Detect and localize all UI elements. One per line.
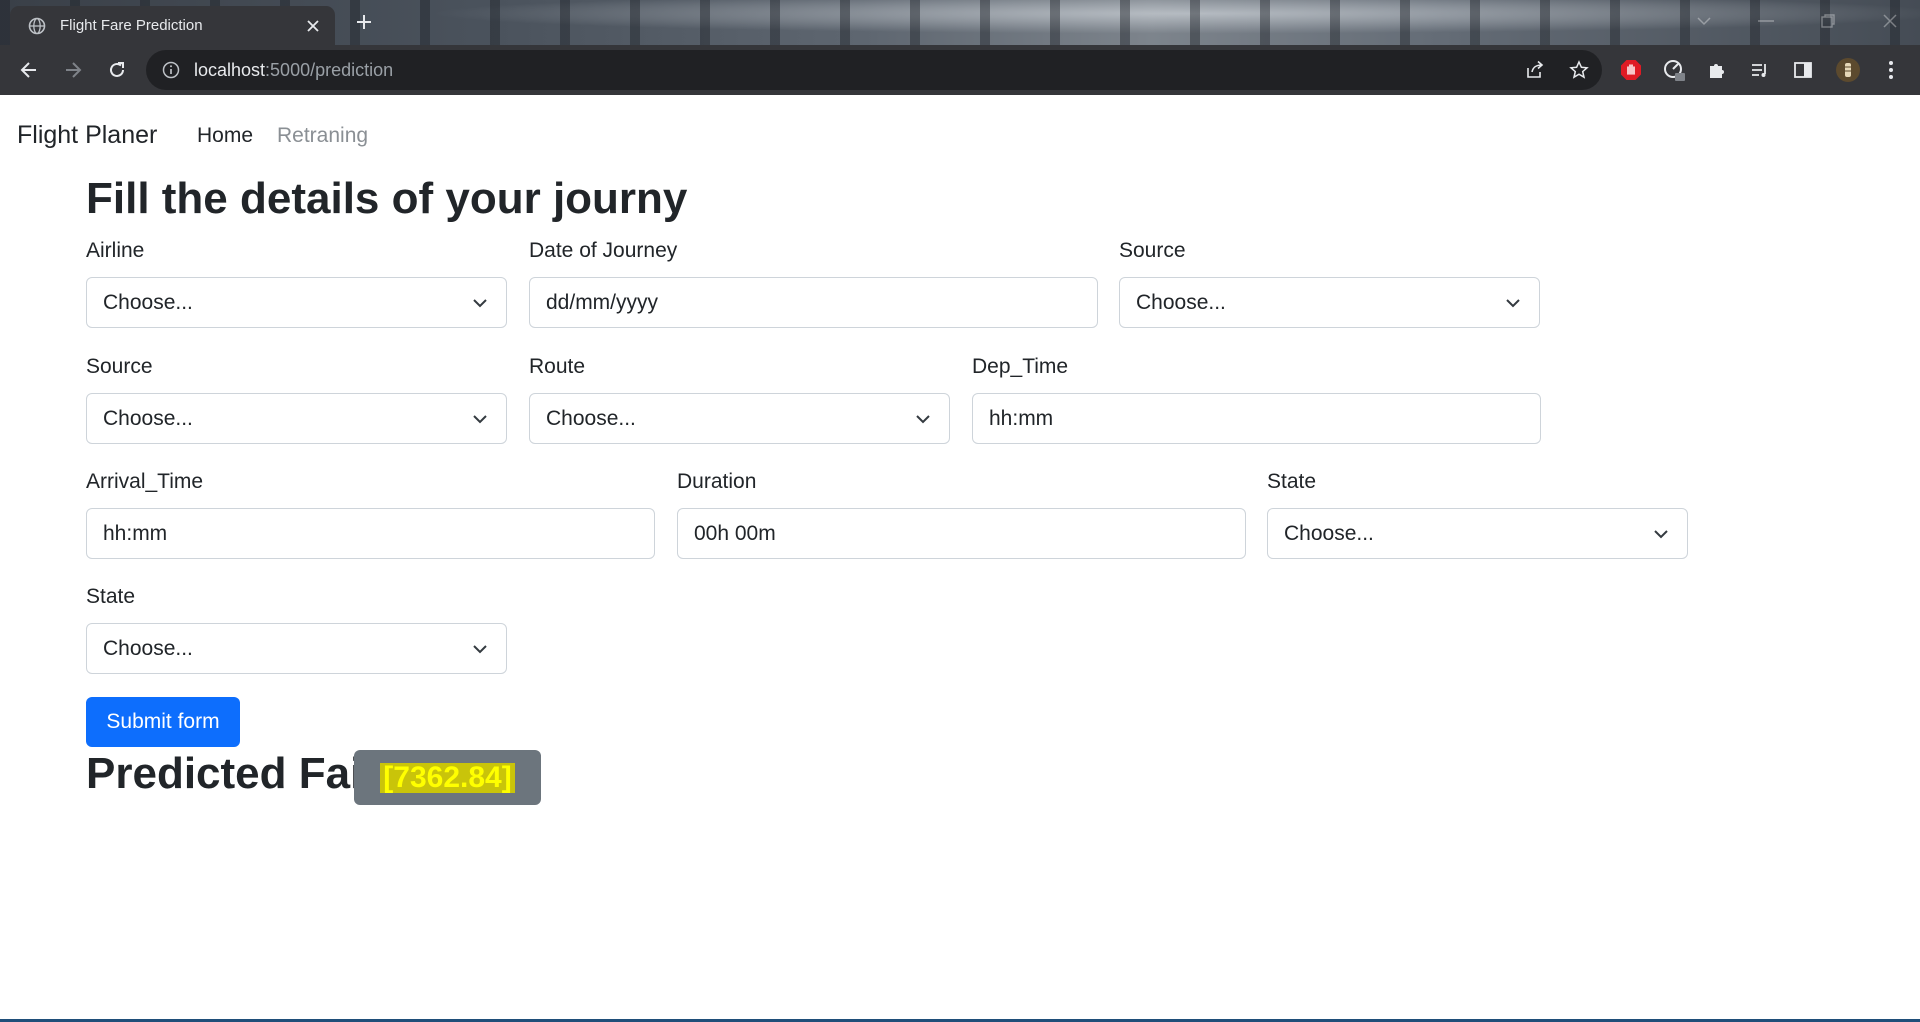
minimize-icon[interactable] [1746,6,1786,36]
site-navbar: Flight Planer Home Retraning [0,95,1920,175]
back-arrow-icon[interactable] [14,55,44,85]
route-label: Route [529,355,586,378]
page-title: Fill the details of your journy [86,174,688,223]
arrival-time-placeholder: hh:mm [103,521,168,545]
puzzle-extensions-icon[interactable] [1702,55,1732,85]
nav-link-retraining[interactable]: Retraning [277,124,368,148]
restore-icon[interactable] [1808,6,1848,36]
dep-time-placeholder: hh:mm [989,406,1054,430]
browser-tab-strip: Flight Fare Prediction [0,0,1920,45]
airline-select-value: Choose... [103,290,193,314]
window-close-icon[interactable] [1870,6,1910,36]
side-panel-icon[interactable] [1788,55,1818,85]
chevron-down-icon [472,411,488,427]
close-icon[interactable] [303,16,323,36]
duration-label: Duration [677,470,757,493]
airline-label: Airline [86,239,145,262]
route-select-value: Choose... [546,406,636,430]
airline-select[interactable]: Choose... [86,277,507,328]
date-of-journey-label: Date of Journey [529,239,678,262]
destination-select[interactable]: Choose... [86,393,507,444]
destination-select-value: Choose... [103,406,193,430]
duration-placeholder: 00h 00m [694,521,776,545]
source-label: Source [1119,239,1186,262]
url-text: localhost:5000/prediction [194,60,393,81]
state-select-2[interactable]: Choose... [86,623,507,674]
url-host: localhost [194,59,266,80]
tab-title: Flight Fare Prediction [60,17,203,34]
forward-arrow-icon[interactable] [58,55,88,85]
state-label-2: State [86,585,136,608]
state-select[interactable]: Choose... [1267,508,1688,559]
dep-time-label: Dep_Time [972,355,1069,378]
share-icon[interactable] [1520,55,1550,85]
predicted-fare-badge: [7362.84] [354,750,541,805]
predicted-fare-value: [7362.84] [380,762,515,793]
address-bar[interactable]: localhost:5000/prediction [146,50,1602,90]
chevron-down-icon [1505,295,1521,311]
arrival-time-label: Arrival_Time [86,470,204,493]
chevron-down-icon[interactable] [1684,6,1724,36]
browser-tab[interactable]: Flight Fare Prediction [10,6,335,45]
state-select-2-value: Choose... [103,636,193,660]
source-select-value: Choose... [1136,290,1226,314]
date-of-journey-input[interactable]: dd/mm/yyyy [529,277,1098,328]
globe-icon [28,17,46,35]
profile-avatar-icon[interactable] [1833,55,1863,85]
gauge-extension-icon[interactable] [1659,55,1689,85]
source-select[interactable]: Choose... [1119,277,1540,328]
media-queue-icon[interactable] [1745,55,1775,85]
chevron-down-icon [472,641,488,657]
info-icon[interactable] [162,61,180,79]
state-select-value: Choose... [1284,521,1374,545]
route-select[interactable]: Choose... [529,393,950,444]
bookmark-star-icon[interactable] [1564,55,1594,85]
chevron-down-icon [915,411,931,427]
chevron-down-icon [1653,526,1669,542]
duration-input[interactable]: 00h 00m [677,508,1246,559]
nav-link-home[interactable]: Home [197,124,253,148]
chevron-down-icon [472,295,488,311]
submit-form-button[interactable]: Submit form [86,697,240,747]
destination-label: Source [86,355,153,378]
new-tab-button[interactable] [350,8,378,36]
stop-hand-extension-icon[interactable] [1616,55,1646,85]
predicted-fare-label: Predicted Fair [86,749,380,798]
reload-icon[interactable] [102,55,132,85]
state-label: State [1267,470,1317,493]
navbar-brand[interactable]: Flight Planer [17,121,157,150]
arrival-time-input[interactable]: hh:mm [86,508,655,559]
dep-time-input[interactable]: hh:mm [972,393,1541,444]
date-of-journey-placeholder: dd/mm/yyyy [546,290,659,314]
kebab-menu-icon[interactable] [1876,55,1906,85]
url-path: :5000/prediction [265,59,394,80]
browser-toolbar: localhost:5000/prediction [0,45,1920,95]
